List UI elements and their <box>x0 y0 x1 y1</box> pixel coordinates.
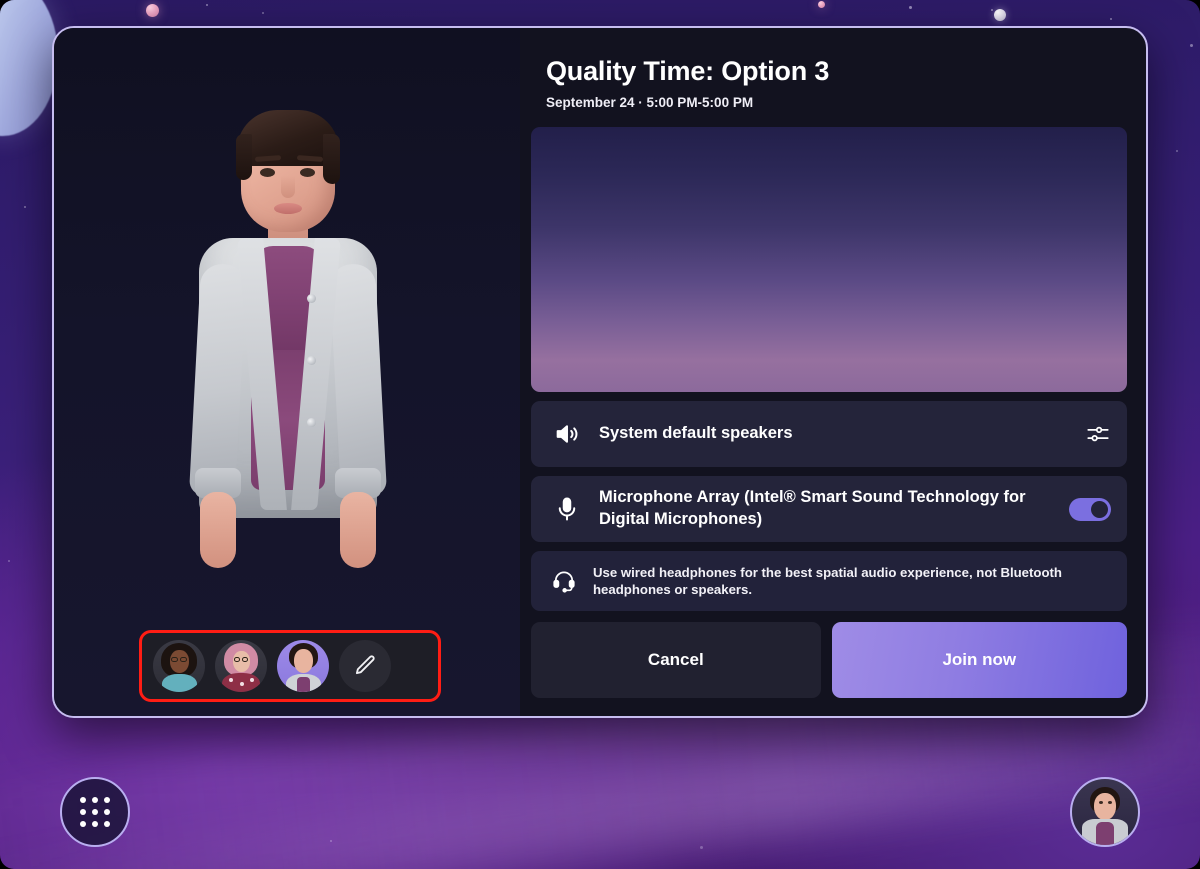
pink-sphere <box>146 4 159 17</box>
microphone-icon <box>553 495 581 523</box>
grid-dot <box>80 797 86 803</box>
headset-icon <box>551 568 577 594</box>
star <box>206 4 208 6</box>
toggle-knob <box>1091 500 1108 518</box>
join-meeting-dialog: Quality Time: Option 3 September 24 · 5:… <box>52 26 1148 718</box>
avatar-picker-strip[interactable] <box>139 630 441 702</box>
meeting-details-panel: Quality Time: Option 3 September 24 · 5:… <box>520 28 1146 716</box>
app-grid-button[interactable] <box>60 777 130 847</box>
audio-settings-icon[interactable] <box>1085 421 1111 447</box>
avatars-join-meeting-screen: Quality Time: Option 3 September 24 · 5:… <box>0 0 1200 869</box>
speaker-device-label: System default speakers <box>599 424 793 443</box>
avatar-preview-stage <box>54 28 520 716</box>
avatar-option-2[interactable] <box>215 640 267 692</box>
star <box>991 9 993 11</box>
grid-dot <box>92 797 98 803</box>
white-sphere-top <box>994 9 1006 21</box>
dialog-action-bar: Cancel Join now <box>531 622 1127 698</box>
star <box>262 12 264 14</box>
microphone-toggle[interactable] <box>1069 497 1111 521</box>
edit-avatar-button[interactable] <box>339 640 391 692</box>
pink-sphere-small <box>818 1 825 8</box>
moon-sphere <box>0 0 58 136</box>
star <box>909 6 912 9</box>
meeting-schedule: September 24 · 5:00 PM-5:00 PM <box>546 95 754 110</box>
speaker-device-row[interactable]: System default speakers <box>531 401 1127 467</box>
grid-dot <box>92 809 98 815</box>
grid-dot <box>80 809 86 815</box>
grid-dot <box>104 797 110 803</box>
avatar-3d-figure <box>137 88 437 648</box>
grid-dot <box>80 821 86 827</box>
star <box>1176 150 1178 152</box>
grid-dot <box>92 821 98 827</box>
avatar-option-1[interactable] <box>153 640 205 692</box>
star <box>24 206 26 208</box>
speaker-icon <box>553 420 581 448</box>
meeting-header: Quality Time: Option 3 September 24 · 5:… <box>524 38 1134 118</box>
microphone-device-row[interactable]: Microphone Array (Intel® Smart Sound Tec… <box>531 476 1127 542</box>
star <box>1190 44 1193 47</box>
grid-dot <box>104 809 110 815</box>
star <box>1110 18 1112 20</box>
profile-avatar-button[interactable] <box>1070 777 1140 847</box>
page-title: Quality Time: Option 3 <box>546 56 830 86</box>
star <box>700 846 703 849</box>
cancel-button[interactable]: Cancel <box>531 622 821 698</box>
star <box>330 840 332 842</box>
star <box>8 560 10 562</box>
grid-dot <box>104 821 110 827</box>
spatial-audio-hint-text: Use wired headphones for the best spatia… <box>593 564 1062 597</box>
video-preview-area[interactable] <box>531 127 1127 392</box>
microphone-device-label: Microphone Array (Intel® Smart Sound Tec… <box>599 488 1026 528</box>
avatar-option-3[interactable] <box>277 640 329 692</box>
spatial-audio-hint-row: Use wired headphones for the best spatia… <box>531 551 1127 611</box>
pencil-icon <box>352 653 378 679</box>
join-now-button[interactable]: Join now <box>831 622 1127 698</box>
